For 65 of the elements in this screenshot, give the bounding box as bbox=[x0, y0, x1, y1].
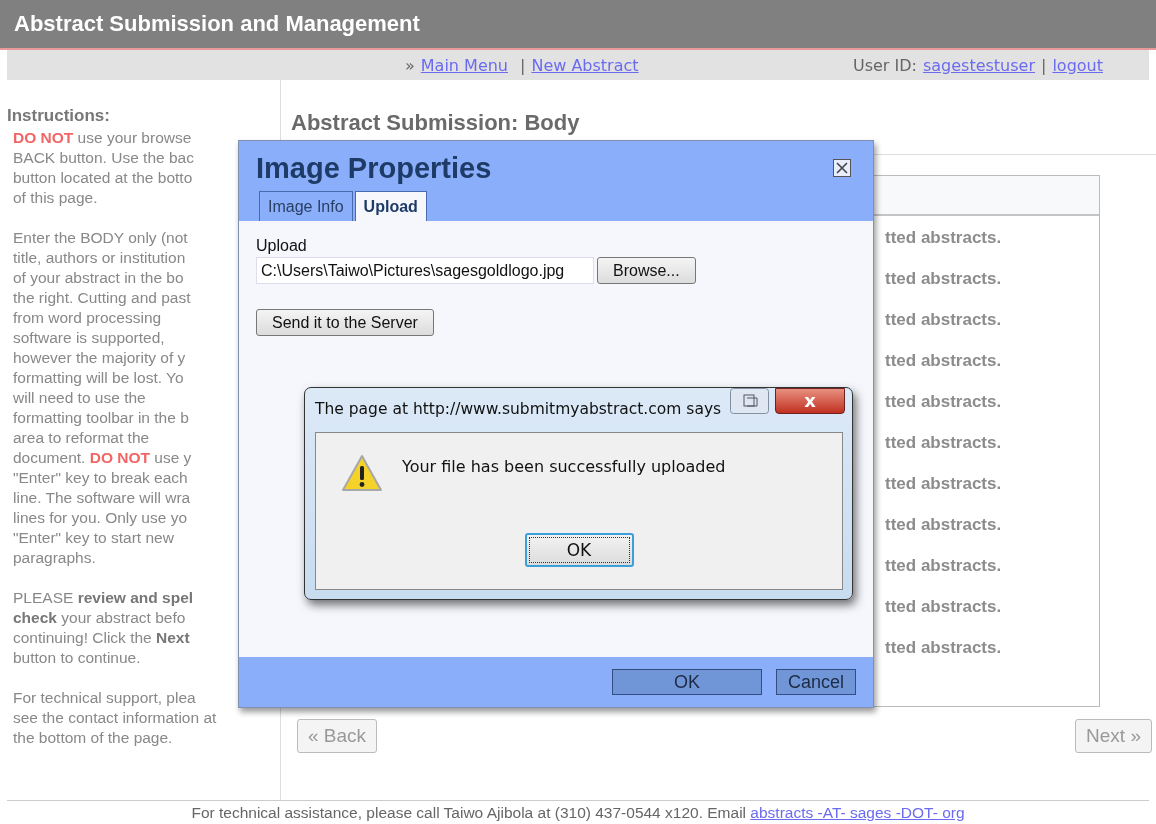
editor-text-line: tted abstracts. bbox=[885, 596, 1003, 618]
logout-link[interactable]: logout bbox=[1052, 55, 1103, 75]
username-link[interactable]: sagestestuser bbox=[922, 55, 1035, 75]
page-heading: Abstract Submission: Body bbox=[291, 110, 581, 137]
instruction-line: the bottom of the page. bbox=[13, 728, 174, 748]
instruction-line: will need to use the bbox=[13, 388, 147, 408]
file-path-field[interactable]: C:\Users\Taiwo\Pictures\sagesgoldlogo.jpg bbox=[256, 257, 594, 284]
next-button[interactable]: Next » bbox=[1075, 719, 1152, 753]
instruction-line: title, authors or institution bbox=[13, 248, 187, 268]
ok-button[interactable]: OK bbox=[612, 669, 762, 695]
instruction-line: "Enter" key to break each bbox=[13, 468, 189, 488]
separator: | bbox=[1041, 55, 1047, 75]
back-button[interactable]: « Back bbox=[297, 719, 378, 753]
instructions-heading: Instructions: bbox=[7, 106, 111, 126]
instruction-line: continuing! Click the Next bbox=[13, 628, 191, 648]
instruction-line: formatting will be lost. Yo bbox=[13, 368, 185, 388]
upload-label: Upload bbox=[256, 237, 308, 255]
alert-title: The page at http://www.submitmyabstract.com says bbox=[315, 400, 722, 418]
browse-button[interactable]: Browse... bbox=[597, 257, 696, 284]
instruction-line: formatting toolbar in the b bbox=[13, 408, 190, 428]
site-title: Abstract Submission and Management bbox=[14, 11, 420, 37]
editor-text-line: tted abstracts. bbox=[885, 309, 1003, 331]
editor-text-line: tted abstracts. bbox=[885, 350, 1003, 372]
instruction-line: paragraphs. bbox=[13, 548, 97, 568]
close-button[interactable]: x bbox=[775, 388, 845, 414]
instruction-line: document. DO NOT use y bbox=[13, 448, 193, 468]
instruction-line: BACK button. Use the bac bbox=[13, 148, 195, 168]
editor-text-line: tted abstracts. bbox=[885, 555, 1003, 577]
warning-icon bbox=[340, 453, 384, 493]
user-id-label: User ID: bbox=[852, 55, 917, 75]
editor-text-line: tted abstracts. bbox=[885, 391, 1003, 413]
editor-text-line: tted abstracts. bbox=[885, 227, 1003, 249]
editor-text-line: tted abstracts. bbox=[885, 473, 1003, 495]
instruction-line: area to reformat the bbox=[13, 428, 151, 448]
editor-text-line: tted abstracts. bbox=[885, 432, 1003, 454]
separator: | bbox=[520, 55, 526, 75]
instruction-line: the right. Cutting and past bbox=[13, 288, 192, 308]
dialog-title: Image Properties bbox=[256, 151, 492, 185]
instruction-line: line. The software will wra bbox=[13, 488, 192, 508]
editor-text-line: tted abstracts. bbox=[885, 637, 1003, 659]
instruction-line: button to continue. bbox=[13, 648, 142, 668]
restore-button[interactable] bbox=[730, 388, 769, 414]
editor-text-line: tted abstracts. bbox=[885, 514, 1003, 536]
dialog-tab[interactable]: Image Info bbox=[259, 191, 353, 221]
cancel-button[interactable]: Cancel bbox=[776, 669, 856, 695]
footer-text: For technical assistance, please call Taiwo Ajibola at (310) 437-0544 x120. Email bbox=[191, 804, 748, 822]
ok-button[interactable]: OK bbox=[524, 533, 634, 567]
send-to-server-button[interactable]: Send it to the Server bbox=[256, 309, 434, 336]
instruction-line: however the majority of y bbox=[13, 348, 187, 368]
instruction-line: DO NOT use your browse bbox=[13, 128, 193, 148]
new-abstract-link[interactable]: New Abstract bbox=[531, 55, 639, 75]
instruction-line: "Enter" key to start new bbox=[13, 528, 175, 548]
dialog-tab[interactable]: Upload bbox=[354, 191, 427, 221]
breadcrumb-marker: » bbox=[405, 55, 415, 75]
main-menu-link[interactable]: Main Menu bbox=[420, 55, 508, 75]
email-link[interactable]: abstracts -AT- sages -DOT- org bbox=[750, 804, 965, 822]
editor-text-line: tted abstracts. bbox=[885, 268, 1003, 290]
instruction-line: software is supported, bbox=[13, 328, 166, 348]
close-icon[interactable] bbox=[833, 159, 851, 177]
instruction-line: check your abstract befo bbox=[13, 608, 187, 628]
instruction-line: For technical support, plea bbox=[13, 688, 197, 708]
alert-message: Your file has been successfully uploaded bbox=[402, 457, 726, 478]
instruction-line: PLEASE review and spel bbox=[13, 588, 195, 608]
instruction-line: see the contact information at bbox=[13, 708, 218, 728]
instruction-line: lines for you. Only use yo bbox=[13, 508, 189, 528]
